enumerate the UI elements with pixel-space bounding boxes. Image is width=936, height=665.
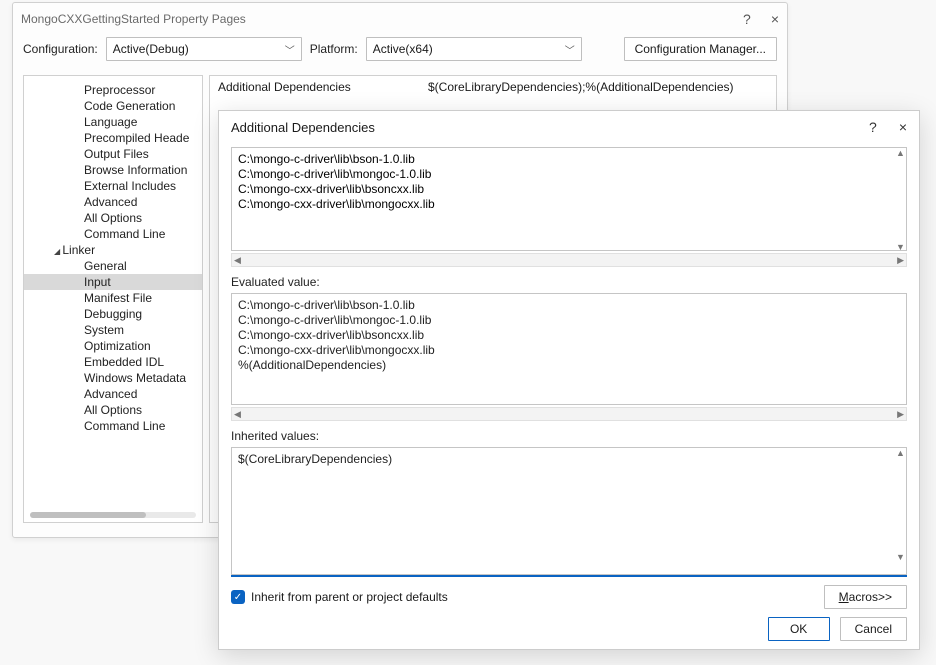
macros-button[interactable]: Macros>>	[824, 585, 907, 609]
tree-item[interactable]: Windows Metadata	[24, 370, 202, 386]
evaluated-hscrollbar[interactable]: ◀ ▶	[231, 407, 907, 421]
dialog-buttons: OK Cancel	[219, 617, 919, 649]
window-title: MongoCXXGettingStarted Property Pages	[21, 12, 246, 26]
configuration-bar: Configuration: Active(Debug) ﹀ Platform:…	[13, 35, 787, 75]
configuration-manager-button[interactable]: Configuration Manager...	[624, 37, 777, 61]
chevron-down-icon: ﹀	[285, 42, 295, 57]
tree-item[interactable]: Output Files	[24, 146, 202, 162]
tree-node-linker[interactable]: Linker	[24, 242, 202, 258]
inherited-container: ▲ ▼	[231, 447, 907, 577]
tree-item[interactable]: Manifest File	[24, 290, 202, 306]
scroll-up-icon[interactable]: ▲	[896, 148, 905, 158]
scroll-down-icon[interactable]: ▼	[896, 242, 905, 252]
tree-item[interactable]: Advanced	[24, 386, 202, 402]
cancel-button[interactable]: Cancel	[840, 617, 907, 641]
tree-item[interactable]: General	[24, 258, 202, 274]
scrollbar-thumb[interactable]	[30, 512, 146, 518]
tree-item[interactable]: Debugging	[24, 306, 202, 322]
platform-dropdown[interactable]: Active(x64) ﹀	[366, 37, 582, 61]
ok-button[interactable]: OK	[768, 617, 830, 641]
configuration-dropdown[interactable]: Active(Debug) ﹀	[106, 37, 302, 61]
tree-item[interactable]: Input	[24, 274, 202, 290]
help-icon[interactable]: ?	[869, 119, 877, 135]
dialog-footer: ✓ Inherit from parent or project default…	[219, 577, 919, 617]
evaluated-container: ◀ ▶	[231, 293, 907, 421]
tree-item[interactable]: Browse Information	[24, 162, 202, 178]
scroll-up-icon[interactable]: ▲	[896, 448, 905, 458]
tree-item[interactable]: Advanced	[24, 194, 202, 210]
close-icon[interactable]: ×	[771, 11, 779, 27]
evaluated-label: Evaluated value:	[231, 275, 907, 289]
chevron-down-icon: ﹀	[565, 42, 575, 57]
dependencies-editor[interactable]	[231, 147, 907, 251]
property-row[interactable]: Additional Dependencies $(CoreLibraryDep…	[210, 76, 776, 98]
scroll-left-icon[interactable]: ◀	[234, 409, 241, 420]
scroll-right-icon[interactable]: ▶	[897, 255, 904, 266]
help-icon[interactable]: ?	[743, 11, 751, 27]
editor-vscrollbar[interactable]: ▲ ▼	[894, 148, 906, 252]
evaluated-value-box[interactable]	[231, 293, 907, 405]
scroll-left-icon[interactable]: ◀	[234, 255, 241, 266]
tree-item[interactable]: Embedded IDL	[24, 354, 202, 370]
tree-item[interactable]: Language	[24, 114, 202, 130]
tree-hscrollbar[interactable]	[30, 512, 196, 518]
inherited-vscrollbar[interactable]: ▲ ▼	[894, 448, 906, 562]
tree-item[interactable]: All Options	[24, 210, 202, 226]
property-name: Additional Dependencies	[218, 80, 428, 94]
tree-item[interactable]: All Options	[24, 402, 202, 418]
editor-hscrollbar[interactable]: ◀ ▶	[231, 253, 907, 267]
editor-container: ▲ ▼ ◀ ▶	[231, 147, 907, 267]
tree-item[interactable]: Code Generation	[24, 98, 202, 114]
tree-item[interactable]: External Includes	[24, 178, 202, 194]
dialog-title: Additional Dependencies	[231, 120, 375, 135]
property-value: $(CoreLibraryDependencies);%(AdditionalD…	[428, 80, 734, 94]
configuration-value: Active(Debug)	[113, 42, 189, 56]
configuration-label: Configuration:	[23, 42, 98, 56]
tree-item[interactable]: System	[24, 322, 202, 338]
inherited-values-box[interactable]	[231, 447, 907, 575]
tree-item[interactable]: Command Line	[24, 418, 202, 434]
titlebar: MongoCXXGettingStarted Property Pages ? …	[13, 3, 787, 35]
tree-item[interactable]: Preprocessor	[24, 82, 202, 98]
tree-item[interactable]: Command Line	[24, 226, 202, 242]
platform-label: Platform:	[310, 42, 358, 56]
close-icon[interactable]: ×	[899, 119, 907, 135]
inherit-checkbox-label[interactable]: Inherit from parent or project defaults	[251, 590, 448, 604]
scroll-down-icon[interactable]: ▼	[896, 552, 905, 562]
category-tree[interactable]: PreprocessorCode GenerationLanguagePreco…	[23, 75, 203, 523]
tree-item[interactable]: Optimization	[24, 338, 202, 354]
inherit-checkbox[interactable]: ✓	[231, 590, 245, 604]
focus-underline	[231, 575, 907, 577]
scroll-right-icon[interactable]: ▶	[897, 409, 904, 420]
inherited-label: Inherited values:	[231, 429, 907, 443]
platform-value: Active(x64)	[373, 42, 433, 56]
dialog-titlebar: Additional Dependencies ? ×	[219, 111, 919, 143]
additional-dependencies-dialog: Additional Dependencies ? × ▲ ▼ ◀ ▶ Eval…	[218, 110, 920, 650]
tree-item[interactable]: Precompiled Heade	[24, 130, 202, 146]
